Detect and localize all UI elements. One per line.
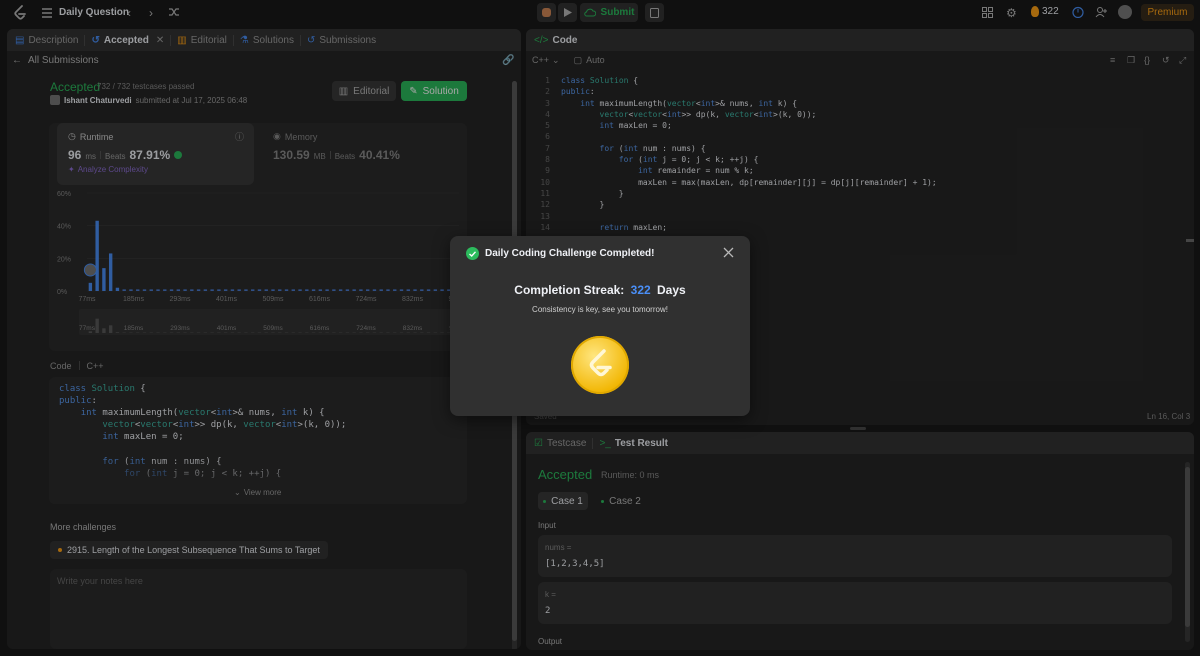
daily-badge-icon — [571, 336, 629, 394]
streak-line: Completion Streak: 322 Days — [514, 283, 686, 297]
close-icon[interactable] — [721, 245, 735, 259]
modal-title: Daily Coding Challenge Completed! — [485, 248, 655, 259]
challenge-complete-modal: Daily Coding Challenge Completed! Comple… — [450, 236, 750, 416]
check-circle-icon — [466, 247, 479, 260]
modal-message: Consistency is key, see you tomorrow! — [532, 305, 668, 314]
modal-header: Daily Coding Challenge Completed! — [466, 247, 654, 260]
